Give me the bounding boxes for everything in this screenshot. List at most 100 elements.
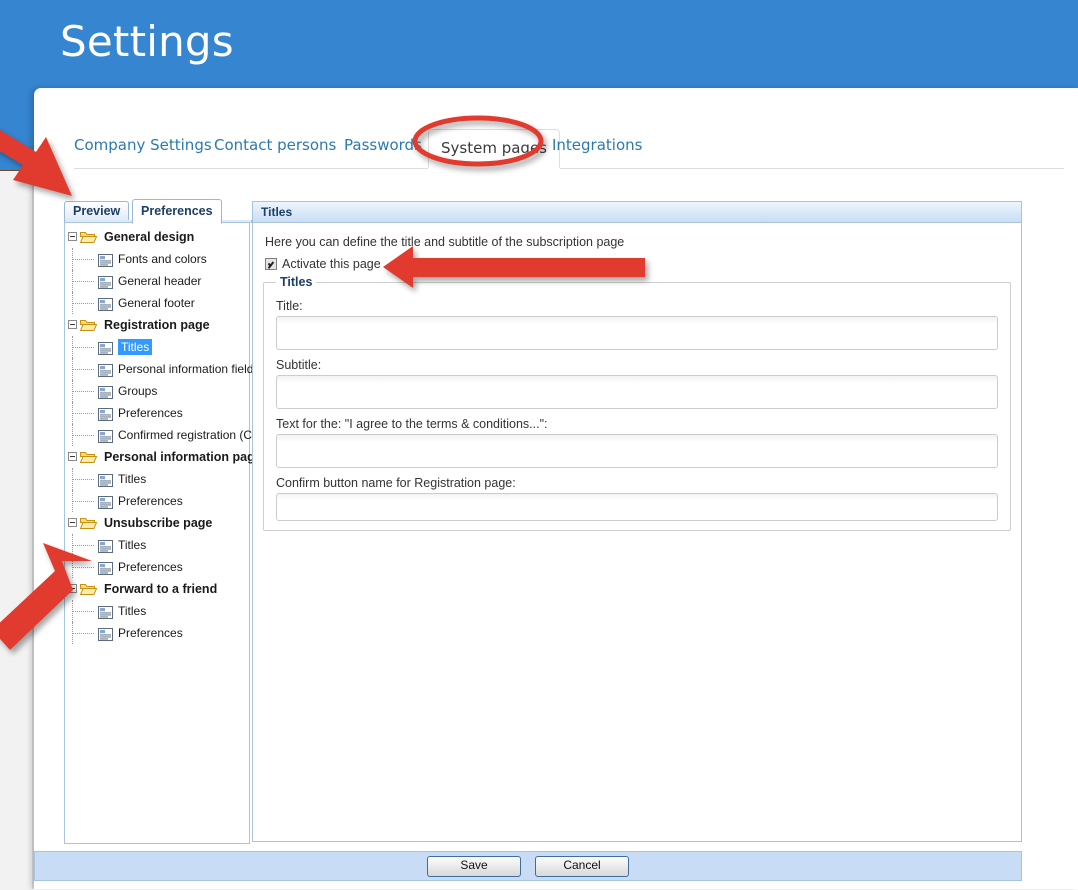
tree-group-label: General design <box>104 230 195 244</box>
page-icon <box>98 494 113 509</box>
tree-group-label: Personal information page <box>104 450 262 464</box>
cancel-button[interactable]: Cancel <box>535 855 629 877</box>
content-panel: Titles Here you can define the title and… <box>252 201 1022 842</box>
page-icon <box>98 384 113 399</box>
save-button[interactable]: Save <box>427 855 521 877</box>
tree-item-label: Preferences <box>118 494 183 508</box>
tree-connector-vertical <box>72 336 73 358</box>
page-icon <box>98 560 113 575</box>
page-icon <box>98 428 113 443</box>
page-icon <box>98 538 113 553</box>
tree-expander-collapse-icon[interactable] <box>68 232 77 241</box>
tree-connector-vertical <box>72 534 73 556</box>
activate-page-label: Activate this page <box>282 257 381 271</box>
tree-connector <box>72 413 94 414</box>
tree-connector <box>72 347 94 348</box>
tree-connector-vertical <box>72 556 73 578</box>
folder-open-icon <box>80 230 97 243</box>
tree-group-label: Registration page <box>104 318 210 332</box>
tree-connector <box>72 567 94 568</box>
title-input[interactable] <box>276 316 998 350</box>
tab-company-settings[interactable]: Company Settings <box>74 130 212 160</box>
subtitle-field-label: Subtitle: <box>276 358 322 372</box>
tree-item-label: Groups <box>118 384 158 398</box>
tree-tab-preferences[interactable]: Preferences <box>132 199 222 224</box>
tree-connector-vertical <box>72 380 73 402</box>
tree-item-label: Titles <box>118 604 147 618</box>
main-tab-bar: Company Settings Contact persons Passwor… <box>74 129 1064 169</box>
tree-connector-vertical <box>72 424 73 446</box>
page-icon <box>98 626 113 641</box>
tree-connector-vertical <box>72 270 73 292</box>
tree-connector <box>72 501 94 502</box>
tree-expander-collapse-icon[interactable] <box>68 452 77 461</box>
tab-integrations[interactable]: Integrations <box>552 130 642 160</box>
tab-passwords[interactable]: Passwords <box>344 130 422 160</box>
tab-system-pages[interactable]: System pages <box>428 129 560 168</box>
tree-expander-collapse-icon[interactable] <box>68 584 77 593</box>
confirm-button-name-label: Confirm button name for Registration pag… <box>276 476 516 490</box>
tree-item-label: Confirmed registration (Con <box>118 428 266 442</box>
terms-text-input[interactable] <box>276 434 998 468</box>
panel-description: Here you can define the title and subtit… <box>265 235 625 249</box>
tree-expander-collapse-icon[interactable] <box>68 518 77 527</box>
page-icon <box>98 604 113 619</box>
tree-connector <box>72 633 94 634</box>
tree-tab-preview[interactable]: Preview <box>64 201 130 222</box>
terms-text-field-label: Text for the: "I agree to the terms & co… <box>276 417 548 431</box>
titles-fieldset-legend: Titles <box>280 275 313 289</box>
page-icon <box>98 340 113 355</box>
activate-page-checkbox[interactable] <box>265 258 277 270</box>
tree-connector-vertical <box>72 622 73 644</box>
tree-item-label: Preferences <box>118 406 183 420</box>
titles-fieldset: Titles Title: Subtitle: Text for the: "I… <box>263 275 1011 531</box>
confirm-button-name-input[interactable] <box>276 493 998 521</box>
tree-tab-bar: Preview Preferences <box>64 199 252 224</box>
tree-connector <box>72 611 94 612</box>
folder-open-icon <box>80 582 97 595</box>
folder-open-icon <box>80 318 97 331</box>
tree-connector <box>72 435 94 436</box>
tree-group-label: Forward to a friend <box>104 582 218 596</box>
page-title: Settings <box>60 17 234 66</box>
page-icon <box>98 472 113 487</box>
tree-expander-collapse-icon[interactable] <box>68 320 77 329</box>
left-gutter <box>0 170 32 890</box>
content-panel-title: Titles <box>253 202 1021 223</box>
tree-item-label: Fonts and colors <box>118 252 207 266</box>
page-icon <box>98 406 113 421</box>
tree-connector-vertical <box>72 600 73 622</box>
tree-connector <box>72 545 94 546</box>
content-panel-body: Here you can define the title and subtit… <box>253 223 1021 531</box>
tree-connector <box>72 303 94 304</box>
tree-connector <box>72 281 94 282</box>
tree-item-label: General footer <box>118 296 195 310</box>
tree-item-label: Titles <box>118 538 147 552</box>
tree-item-label-selected: Titles <box>118 339 153 355</box>
tree-connector <box>72 259 94 260</box>
tree-connector <box>72 369 94 370</box>
tree-connector-vertical <box>72 402 73 424</box>
folder-open-icon <box>80 516 97 529</box>
page-icon <box>98 252 113 267</box>
form-footer: Save Cancel <box>34 851 1022 881</box>
title-field-label: Title: <box>276 299 303 313</box>
tree-connector-vertical <box>72 248 73 270</box>
page-icon <box>98 362 113 377</box>
tab-contact-persons[interactable]: Contact persons <box>214 130 336 160</box>
tree-item-label: Preferences <box>118 560 183 574</box>
tree-group-label: Unsubscribe page <box>104 516 213 530</box>
page-icon <box>98 296 113 311</box>
tree-item-label: Personal information fields <box>118 362 260 376</box>
folder-open-icon <box>80 450 97 463</box>
tree-connector-vertical <box>72 292 73 314</box>
tree-item-label: General header <box>118 274 202 288</box>
tree-connector <box>72 479 94 480</box>
tree-connector-vertical <box>72 468 73 490</box>
tree-connector <box>72 391 94 392</box>
tree-connector-vertical <box>72 358 73 380</box>
page-icon <box>98 274 113 289</box>
tree-connector-vertical <box>72 490 73 512</box>
subtitle-input[interactable] <box>276 375 998 409</box>
activate-page-row[interactable]: Activate this page <box>265 257 1011 271</box>
